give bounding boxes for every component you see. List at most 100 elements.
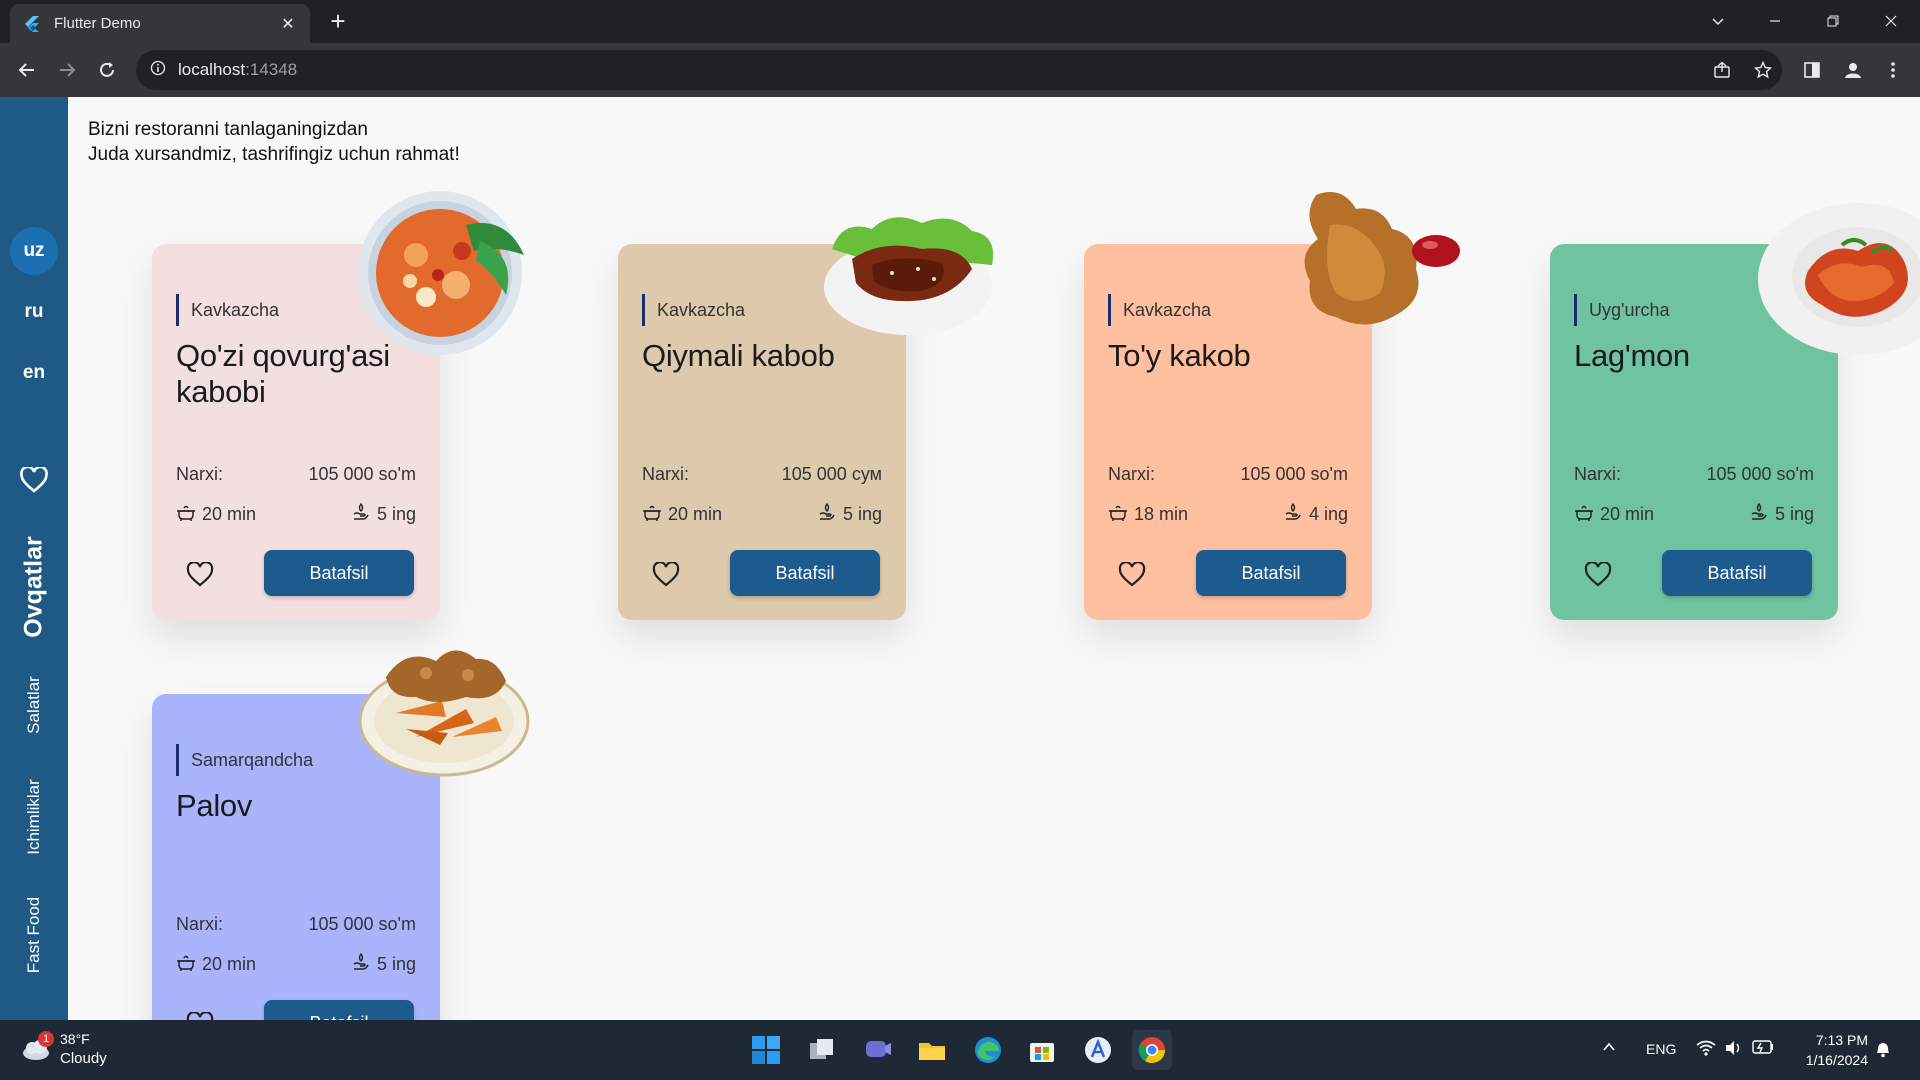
greeting-text: Bizni restoranni tanlaganingizdan Juda x… xyxy=(88,117,460,167)
category-fast-food[interactable]: Fast Food xyxy=(24,897,111,974)
ingredients-icon xyxy=(1749,502,1769,527)
favorite-heart-icon[interactable] xyxy=(186,561,214,588)
ingredients-count: 4 ing xyxy=(1283,502,1348,527)
sidebar: uz ru en Ovqatlar Salatlar Ichimliklar F… xyxy=(0,97,68,1020)
dish-name: Qiymali kabob xyxy=(642,338,835,373)
file-explorer-icon[interactable] xyxy=(912,1030,952,1070)
lang-en-button[interactable]: en xyxy=(10,349,58,397)
greeting-line-1: Bizni restoranni tanlaganingizdan xyxy=(88,119,368,140)
cook-time: 20 min xyxy=(1574,502,1654,527)
cuisine-tag: Samarqandcha xyxy=(176,744,313,776)
info-icon[interactable] xyxy=(150,60,166,81)
fried-chicken-icon xyxy=(1304,192,1460,325)
battery-icon[interactable] xyxy=(1752,1040,1774,1057)
new-tab-icon[interactable]: + xyxy=(324,8,352,36)
address-bar[interactable]: localhost:14348 xyxy=(136,50,1782,90)
tab-search-icon[interactable] xyxy=(1695,6,1741,36)
dish-name: To'y kakob xyxy=(1108,338,1251,373)
favorite-heart-icon[interactable] xyxy=(1584,561,1612,588)
lang-uz-button[interactable]: uz xyxy=(10,227,58,275)
price-value: 105 000 so'm xyxy=(1240,464,1348,484)
edge-icon[interactable] xyxy=(968,1030,1008,1070)
details-button[interactable]: Batafsil xyxy=(264,1000,414,1020)
price-label: Narxi: xyxy=(642,464,690,484)
ingredients-count: 5 ing xyxy=(1749,502,1814,527)
price-label: Narxi: xyxy=(176,464,224,484)
noodle-plate-icon xyxy=(1758,203,1920,355)
back-icon[interactable] xyxy=(12,55,42,85)
cooking-pot-icon xyxy=(176,952,196,977)
cook-time: 20 min xyxy=(176,502,256,527)
browser-tab[interactable]: Flutter Demo ✕ xyxy=(10,4,310,43)
details-button[interactable]: Batafsil xyxy=(1196,550,1346,596)
category-ichimliklar[interactable]: Ichimliklar xyxy=(24,779,110,855)
lang-ru-button[interactable]: ru xyxy=(10,288,58,336)
price-value: 105 000 so'm xyxy=(1706,464,1814,484)
details-button[interactable]: Batafsil xyxy=(264,550,414,596)
menu-kebab-icon[interactable] xyxy=(1878,55,1908,85)
browser-tabstrip: Flutter Demo ✕ + xyxy=(0,0,1920,43)
chrome-icon[interactable] xyxy=(1132,1030,1172,1070)
favorites-heart-icon[interactable] xyxy=(20,465,48,495)
tab-title: Flutter Demo xyxy=(54,15,141,32)
ingredients-count: 5 ing xyxy=(817,502,882,527)
cuisine-tag: Kavkazcha xyxy=(176,294,279,326)
details-button[interactable]: Batafsil xyxy=(1662,550,1812,596)
teams-chat-icon[interactable] xyxy=(858,1030,898,1070)
windows-taskbar: 1 38°F Cloudy ENG 7:13 PM 1/16/2024 xyxy=(0,1020,1920,1080)
forward-icon[interactable] xyxy=(52,55,82,85)
weather-condition: Cloudy xyxy=(60,1050,107,1067)
ingredients-icon xyxy=(817,502,837,527)
cook-time: 18 min xyxy=(1108,502,1188,527)
flutter-icon xyxy=(22,14,42,34)
price-value: 105 000 сум xyxy=(781,464,882,484)
volume-icon[interactable] xyxy=(1724,1040,1742,1059)
restore-icon[interactable] xyxy=(1810,6,1856,36)
ingredients-icon xyxy=(351,502,371,527)
profile-icon[interactable] xyxy=(1838,55,1868,85)
close-tab-icon[interactable]: ✕ xyxy=(278,14,298,34)
app-icon[interactable] xyxy=(1078,1030,1118,1070)
ingredients-count: 5 ing xyxy=(351,502,416,527)
tray-chevron-icon[interactable] xyxy=(1602,1040,1616,1057)
category-ovqatlar[interactable]: Ovqatlar xyxy=(20,536,135,637)
price-label: Narxi: xyxy=(176,914,224,934)
weather-badge: 1 xyxy=(38,1031,54,1047)
input-language[interactable]: ENG xyxy=(1646,1041,1676,1057)
cooking-pot-icon xyxy=(1574,502,1594,527)
potato-wedges-plate-icon xyxy=(358,650,530,777)
bookmark-star-icon[interactable] xyxy=(1748,55,1778,85)
greeting-line-2: Juda xursandmiz, tashrifingiz uchun rahm… xyxy=(88,144,460,165)
ingredients-icon xyxy=(1283,502,1303,527)
favorite-heart-icon[interactable] xyxy=(186,1011,214,1020)
category-salatlar[interactable]: Salatlar xyxy=(24,676,92,734)
soup-bowl-icon xyxy=(358,191,524,355)
cuisine-tag: Uyg'urcha xyxy=(1574,294,1669,326)
side-panel-icon[interactable] xyxy=(1797,55,1827,85)
flutter-app: uz ru en Ovqatlar Salatlar Ichimliklar F… xyxy=(0,97,1920,1020)
ingredients-count: 5 ing xyxy=(351,952,416,977)
close-window-icon[interactable] xyxy=(1868,6,1914,36)
favorite-heart-icon[interactable] xyxy=(1118,561,1146,588)
start-icon[interactable] xyxy=(746,1030,786,1070)
notification-bell-icon[interactable] xyxy=(1874,1040,1892,1061)
wifi-icon[interactable] xyxy=(1696,1040,1716,1059)
url-port: :14348 xyxy=(245,60,298,79)
weather-temp: 38°F xyxy=(60,1031,90,1047)
favorite-heart-icon[interactable] xyxy=(652,561,680,588)
details-button[interactable]: Batafsil xyxy=(730,550,880,596)
clock-time: 7:13 PM xyxy=(1815,1032,1868,1048)
reload-icon[interactable] xyxy=(92,55,122,85)
share-icon[interactable] xyxy=(1707,55,1737,85)
price-label: Narxi: xyxy=(1108,464,1156,484)
store-icon[interactable] xyxy=(1022,1030,1062,1070)
taskbar-clock[interactable]: 7:13 PM 1/16/2024 xyxy=(1806,1030,1868,1070)
weather-widget[interactable]: 1 38°F Cloudy xyxy=(20,1030,107,1068)
dish-name: Palov xyxy=(176,788,253,823)
cooking-pot-icon xyxy=(176,502,196,527)
clock-date: 1/16/2024 xyxy=(1805,1052,1868,1068)
task-view-icon[interactable] xyxy=(802,1030,842,1070)
cooking-pot-icon xyxy=(1108,502,1128,527)
minimize-icon[interactable] xyxy=(1752,6,1798,36)
price-label: Narxi: xyxy=(1574,464,1622,484)
